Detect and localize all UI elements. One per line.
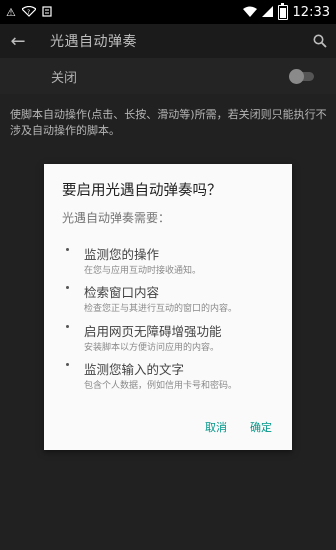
status-time: 12:33	[292, 4, 330, 20]
permission-title: 监测您输入的文字	[84, 362, 185, 377]
service-description: 使脚本自动操作(点击、长按、滑动等)所需，若关闭则只能执行不涉及自动操作的脚本。	[10, 108, 327, 137]
dialog-title: 要启用光遇自动弹奏吗？	[62, 183, 222, 199]
signal-icon	[261, 5, 273, 19]
bullet-icon	[66, 248, 69, 251]
permission-description: 检查您正与其进行互动的窗口的内容。	[84, 304, 238, 314]
notification-icon	[42, 5, 52, 19]
status-bar: ⚠ ? 12:33	[0, 0, 336, 24]
permission-description: 在您与应用互动时接收通知。	[84, 266, 202, 276]
bullet-icon	[66, 286, 69, 289]
permission-title: 检索窗口内容	[84, 285, 160, 300]
svg-text:?: ?	[27, 9, 30, 16]
wifi-question-icon: ?	[20, 5, 37, 19]
wifi-icon	[242, 6, 257, 19]
cancel-button[interactable]: 取消	[205, 419, 227, 435]
warning-icon: ⚠	[6, 5, 16, 19]
permission-dialog: 要启用光遇自动弹奏吗？ 光遇自动弹奏需要： 监测您的操作 在您与应用互动时接收通…	[44, 164, 292, 450]
app-bar: ← 光遇自动弹奏	[0, 24, 336, 58]
status-right: 12:33	[242, 2, 336, 20]
back-arrow-icon[interactable]: ←	[0, 31, 36, 52]
confirm-button[interactable]: 确定	[250, 419, 272, 435]
permission-title: 监测您的操作	[84, 247, 160, 262]
battery-icon	[277, 2, 288, 20]
permission-description: 包含个人数据，例如信用卡号和密码。	[84, 381, 238, 391]
status-left: ⚠ ?	[0, 5, 52, 19]
dialog-subtitle: 光遇自动弹奏需要：	[62, 211, 171, 225]
toggle-switch[interactable]	[289, 68, 314, 84]
bullet-icon	[66, 325, 69, 328]
permission-description: 安装脚本以方便访问应用的内容。	[84, 343, 220, 353]
switch-knob	[289, 68, 304, 84]
bullet-icon	[66, 363, 69, 366]
search-icon[interactable]	[304, 25, 336, 57]
permission-title: 启用网页无障碍增强功能	[84, 324, 222, 339]
toggle-label: 关闭	[51, 70, 78, 86]
accessibility-toggle-row[interactable]: 关闭	[0, 58, 336, 94]
app-title: 光遇自动弹奏	[50, 34, 137, 50]
